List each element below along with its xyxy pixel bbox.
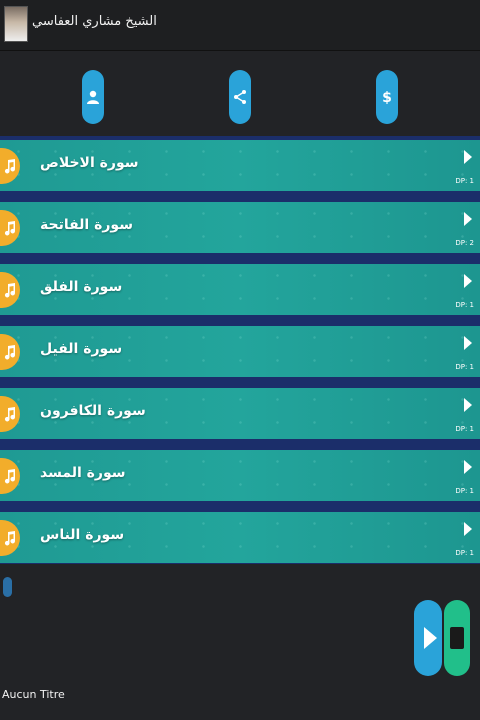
player-play-button[interactable] — [414, 600, 442, 676]
person-icon — [87, 90, 99, 104]
track-count: DP: 1 — [455, 301, 474, 309]
player-stop-button[interactable] — [444, 600, 470, 676]
track-row[interactable]: سورة الفيل DP: 1 — [0, 326, 480, 377]
track-title: سورة الفاتحة — [40, 217, 133, 233]
track-row[interactable]: سورة الفاتحة DP: 2 — [0, 202, 480, 253]
music-note-icon — [0, 334, 20, 370]
track-row[interactable]: سورة الاخلاص DP: 1 — [0, 140, 480, 191]
track-row[interactable]: سورة الناس DP: 1 — [0, 512, 480, 563]
music-note-icon — [0, 396, 20, 432]
donate-button[interactable]: $ — [376, 70, 398, 124]
scroll-indicator[interactable] — [3, 577, 12, 597]
track-count: DP: 1 — [455, 177, 474, 185]
music-note-icon — [0, 458, 20, 494]
track-title: سورة الناس — [40, 527, 125, 543]
stop-icon — [450, 627, 464, 649]
now-playing-label: Aucun Titre — [2, 688, 65, 701]
track-count: DP: 1 — [455, 487, 474, 495]
track-row[interactable]: سورة الكافرون DP: 1 — [0, 388, 480, 439]
track-row[interactable]: سورة المسد DP: 1 — [0, 450, 480, 501]
play-arrow-icon[interactable] — [464, 150, 472, 164]
music-note-icon — [0, 272, 20, 308]
music-note-icon — [0, 148, 20, 184]
dollar-icon: $ — [382, 90, 392, 105]
play-arrow-icon[interactable] — [464, 336, 472, 350]
app-header: الشيخ مشاري العفاسي — [0, 0, 480, 51]
play-arrow-icon[interactable] — [464, 522, 472, 536]
action-bar: $ — [0, 60, 480, 132]
track-title: سورة الاخلاص — [40, 155, 139, 171]
music-note-icon — [0, 210, 20, 246]
track-list: سورة الاخلاص DP: 1 سورة الفاتحة DP: 2 سو… — [0, 136, 480, 564]
play-arrow-icon[interactable] — [464, 460, 472, 474]
track-title: سورة الفلق — [40, 279, 123, 295]
play-arrow-icon[interactable] — [464, 398, 472, 412]
share-button[interactable] — [229, 70, 251, 124]
track-title: سورة الكافرون — [40, 403, 146, 419]
track-title: سورة المسد — [40, 465, 126, 481]
play-arrow-icon[interactable] — [464, 212, 472, 226]
track-row[interactable]: سورة الفلق DP: 1 — [0, 264, 480, 315]
track-count: DP: 1 — [455, 363, 474, 371]
track-count: DP: 1 — [455, 549, 474, 557]
play-icon — [423, 627, 437, 649]
reciter-photo-icon — [4, 6, 28, 42]
track-title: سورة الفيل — [40, 341, 123, 357]
play-arrow-icon[interactable] — [464, 274, 472, 288]
track-count: DP: 2 — [455, 239, 474, 247]
track-count: DP: 1 — [455, 425, 474, 433]
svg-text:$: $ — [382, 90, 392, 105]
profile-button[interactable] — [82, 70, 104, 124]
app-title: الشيخ مشاري العفاسي — [32, 14, 157, 29]
music-note-icon — [0, 520, 20, 556]
share-icon — [234, 90, 246, 104]
